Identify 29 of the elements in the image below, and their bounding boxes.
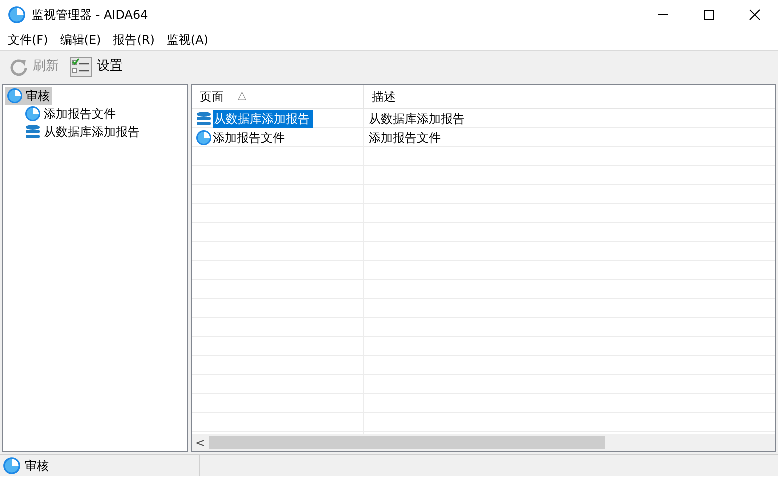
database-icon — [196, 110, 212, 126]
checklist-icon — [70, 56, 92, 76]
table-cell-text: 从数据库添加报告 — [368, 110, 465, 128]
refresh-icon — [10, 58, 28, 76]
table-cell-text: 添加报告文件 — [368, 130, 441, 146]
maximize-icon[interactable] — [703, 9, 715, 21]
column-header[interactable]: 描述 — [364, 85, 404, 108]
tree-item[interactable]: 添加报告文件 — [23, 105, 118, 123]
close-icon[interactable] — [749, 9, 761, 21]
pie-chart-icon — [7, 88, 23, 104]
menu-item[interactable]: 报告(R) — [107, 30, 161, 50]
tree-item[interactable]: 审核 — [5, 87, 52, 105]
window-title: 监视管理器 - AIDA64 — [32, 7, 150, 24]
pie-chart-icon — [196, 130, 212, 146]
menu-item[interactable]: 文件(F) — [2, 30, 54, 50]
table-cell[interactable]: 从数据库添加报告 — [213, 110, 313, 128]
status-text: 审核 — [25, 458, 49, 474]
database-icon — [25, 124, 41, 140]
menu-item[interactable]: 监视(A) — [160, 30, 214, 50]
menu-item[interactable]: 编辑(E) — [54, 30, 108, 50]
scrollbar-thumb[interactable] — [209, 436, 605, 449]
pie-chart-icon — [3, 456, 21, 474]
toolbar-button[interactable]: 设置 — [66, 54, 127, 78]
pie-chart-icon — [25, 106, 41, 122]
column-header[interactable]: 页面 △ — [192, 85, 364, 108]
scroll-left-button[interactable]: < — [192, 434, 209, 452]
app-icon — [8, 6, 26, 24]
tree-item[interactable]: 从数据库添加报告 — [23, 123, 142, 141]
table-cell[interactable]: 添加报告文件 — [213, 128, 285, 146]
